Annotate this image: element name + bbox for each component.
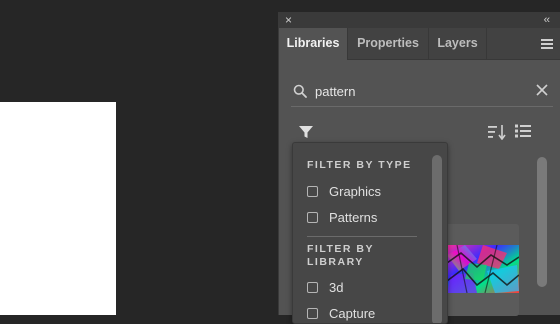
filter-by-type-heading: FILTER BY TYPE [307,159,412,171]
filter-option-3d[interactable]: 3d [307,280,417,298]
dropdown-scrollbar[interactable] [432,155,442,323]
filter-option-capture[interactable]: Capture [307,306,417,323]
patterns-label: Patterns [329,210,378,225]
list-view-icon[interactable] [515,124,531,138]
filter-option-graphics[interactable]: Graphics [307,184,417,202]
pattern-thumbnail[interactable] [447,245,519,293]
filter-option-patterns[interactable]: Patterns [307,210,417,228]
collapse-icon[interactable]: ‹‹ [544,13,550,27]
filter-by-library-heading-line2: LIBRARY [307,256,364,268]
tab-bar: Libraries Properties Layers [279,28,560,60]
filter-icon[interactable] [298,124,314,140]
tab-layers[interactable]: Layers [429,28,486,59]
capture-checkbox[interactable] [307,308,318,319]
hamburger-menu-icon[interactable] [541,39,553,49]
menu-divider [307,236,417,237]
3d-checkbox[interactable] [307,282,318,293]
clear-icon[interactable] [535,83,549,97]
sort-icon[interactable] [488,124,506,140]
panel-scrollbar[interactable] [537,157,547,287]
document-canvas[interactable] [0,102,116,315]
panel-header-bar: × ‹‹ [279,12,560,28]
capture-label: Capture [329,306,376,321]
filter-dropdown: FILTER BY TYPE Graphics Patterns FILTER … [292,142,448,324]
graphics-checkbox[interactable] [307,186,318,197]
tab-properties[interactable]: Properties [348,28,428,59]
3d-label: 3d [329,280,344,295]
tab-divider [486,28,487,59]
close-icon[interactable]: × [285,13,292,27]
search-icon [293,84,307,98]
tab-libraries[interactable]: Libraries [279,28,347,60]
search-input[interactable] [315,81,515,101]
filter-by-library-heading-line1: FILTER BY [307,243,374,255]
graphics-label: Graphics [329,184,382,199]
patterns-checkbox[interactable] [307,212,318,223]
search-bar [291,76,553,107]
